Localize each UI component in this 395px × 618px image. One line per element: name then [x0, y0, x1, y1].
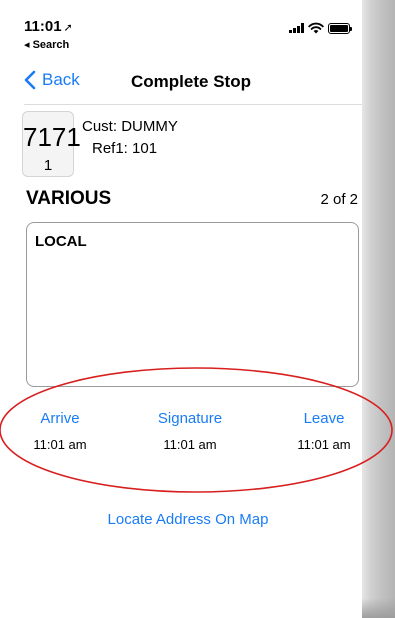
status-clock: 11:01: [24, 18, 62, 35]
stop-sequence: 1: [43, 157, 53, 174]
customer-value: DUMMY: [121, 118, 178, 135]
page-title: Complete Stop: [131, 72, 251, 91]
signature-column: Signature 11:01 am: [140, 410, 240, 452]
stop-number-box: 7171 1: [22, 111, 81, 177]
leave-column: Leave 11:01 am: [284, 410, 364, 452]
customer-line: Cust: DUMMY: [82, 118, 178, 135]
wifi-icon: [308, 22, 324, 34]
page-shadow: [362, 0, 395, 618]
page-count: 2 of 2: [320, 191, 358, 208]
ref-line: Ref1: 101: [92, 140, 157, 157]
app-screen: 11:01 ➚ ◂ Search Back Complete Stop 7171 …: [0, 0, 393, 618]
leave-time: 11:01 am: [297, 437, 351, 452]
section-title: VARIOUS: [26, 188, 112, 209]
arrive-time: 11:01 am: [33, 437, 87, 452]
signal-icon: [289, 23, 304, 33]
notes-text: LOCAL: [35, 233, 87, 250]
locate-address-button[interactable]: Locate Address On Map: [0, 511, 362, 528]
location-arrow-icon: ➚: [63, 22, 73, 34]
customer-label: Cust:: [82, 118, 118, 135]
arrive-column: Arrive 11:01 am: [20, 410, 100, 452]
battery-icon: [328, 22, 352, 34]
ref-label: Ref1:: [92, 140, 128, 157]
status-time: 11:01 ➚: [24, 18, 73, 35]
nav-divider: [24, 104, 362, 105]
status-icons: [289, 22, 352, 34]
arrive-button[interactable]: Arrive: [20, 410, 100, 427]
leave-button[interactable]: Leave: [284, 410, 364, 427]
ref-value: 101: [132, 140, 158, 157]
stop-number: 7171: [23, 122, 81, 152]
signature-button[interactable]: Signature: [140, 410, 240, 427]
status-back-to-search[interactable]: ◂ Search: [24, 38, 69, 51]
signature-time: 11:01 am: [163, 437, 217, 452]
